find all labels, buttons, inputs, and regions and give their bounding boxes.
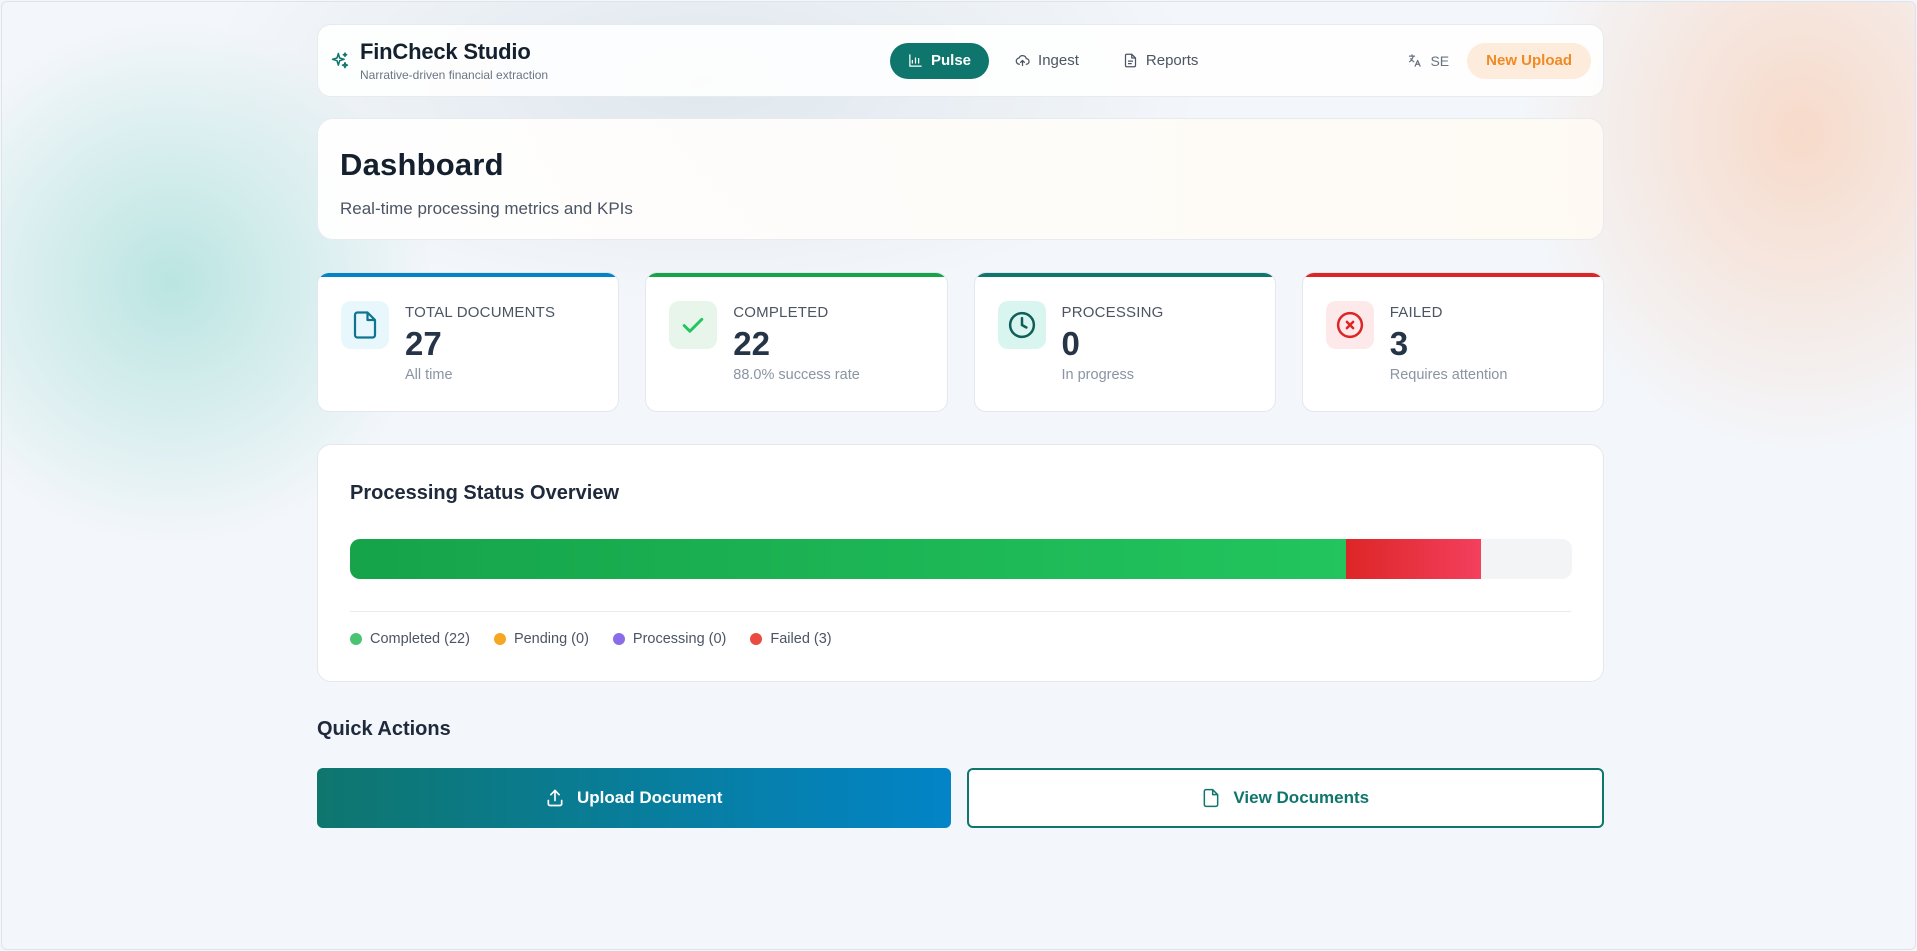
- document-icon: [1124, 53, 1137, 68]
- status-segment-failed: [1345, 539, 1482, 579]
- legend-item-processing: Processing (0): [612, 631, 727, 647]
- stat-label: PROCESSING: [1061, 304, 1164, 321]
- status-segment-completed: [350, 539, 1346, 579]
- legend-dot: [350, 633, 362, 645]
- status-progress-bar: [350, 539, 1572, 579]
- stat-card-completed: COMPLETED 22 88.0% success rate: [645, 272, 948, 412]
- stat-sub: All time: [405, 367, 453, 383]
- stats-row: TOTAL DOCUMENTS 27 All time COMPLETED 22…: [317, 272, 1604, 412]
- brand-title: FinCheck Studio: [360, 39, 531, 64]
- page-title: Dashboard: [340, 147, 504, 182]
- file-icon: [353, 311, 377, 339]
- stat-accent-bar: [1302, 273, 1603, 277]
- stat-accent-bar: [318, 273, 619, 277]
- nav-reports[interactable]: Reports: [1105, 43, 1217, 79]
- legend-label: Pending (0): [513, 631, 589, 647]
- cloud-upload-icon: [1015, 54, 1030, 67]
- legend-dot: [750, 633, 763, 645]
- sparkle-icon: [331, 51, 349, 68]
- stat-card-processing: PROCESSING 0 In progress: [973, 272, 1276, 412]
- stat-icon-wrap: [341, 301, 389, 349]
- stat-sub: Requires attention: [1389, 367, 1508, 383]
- main-nav: Pulse Ingest Reports: [890, 42, 1403, 79]
- stat-label: TOTAL DOCUMENTS: [405, 304, 556, 321]
- status-legend: Completed (22) Pending (0) Processing (0…: [350, 631, 1571, 647]
- legend-dot: [493, 633, 506, 645]
- nav-reports-label: Reports: [1145, 52, 1199, 69]
- upload-icon: [547, 789, 563, 807]
- language-switcher[interactable]: SE: [1403, 53, 1453, 69]
- x-circle-icon: [1336, 311, 1363, 339]
- app-frame: FinCheck Studio Narrative-driven financi…: [1, 1, 1916, 950]
- stat-value: 22: [733, 325, 770, 362]
- language-label: SE: [1430, 52, 1450, 69]
- document-icon: [1203, 788, 1219, 808]
- overview-title: Processing Status Overview: [350, 482, 620, 504]
- chart-icon: [909, 54, 922, 67]
- legend-item-pending: Pending (0): [493, 631, 589, 647]
- clock-icon: [1008, 311, 1035, 339]
- nav-ingest[interactable]: Ingest: [997, 43, 1097, 79]
- check-icon: [683, 317, 704, 333]
- view-documents-label: View Documents: [1233, 788, 1370, 807]
- page-title-card: Dashboard Real-time processing metrics a…: [317, 118, 1604, 240]
- status-overview-card: Processing Status Overview Completed (22…: [317, 444, 1604, 682]
- legend-item-completed: Completed (22): [350, 631, 470, 647]
- nav-ingest-label: Ingest: [1038, 52, 1079, 69]
- stat-card-total: TOTAL DOCUMENTS 27 All time: [317, 272, 620, 412]
- page-subtitle: Real-time processing metrics and KPIs: [340, 199, 633, 218]
- new-upload-button[interactable]: New Upload: [1467, 42, 1591, 79]
- quick-actions-title: Quick Actions: [317, 718, 451, 740]
- legend-label: Processing (0): [632, 631, 727, 647]
- divider: [350, 611, 1571, 612]
- header-tools: SE New Upload: [1403, 42, 1591, 79]
- stat-label: FAILED: [1389, 304, 1443, 321]
- legend-item-failed: Failed (3): [750, 631, 832, 647]
- stat-sub: 88.0% success rate: [733, 367, 860, 383]
- quick-actions: Upload Document View Documents: [317, 768, 1604, 828]
- translate-icon: [1409, 54, 1422, 67]
- stat-label: COMPLETED: [733, 304, 829, 321]
- stat-value: 0: [1061, 325, 1080, 362]
- stat-value: 27: [405, 325, 442, 362]
- top-header: FinCheck Studio Narrative-driven financi…: [317, 24, 1604, 97]
- legend-dot: [612, 633, 625, 645]
- stat-accent-bar: [974, 273, 1275, 277]
- nav-pulse[interactable]: Pulse: [890, 42, 990, 79]
- view-documents-button[interactable]: View Documents: [966, 768, 1604, 828]
- nav-pulse-label: Pulse: [931, 52, 972, 69]
- legend-label: Completed (22): [370, 631, 470, 647]
- stat-icon-wrap: [669, 301, 718, 349]
- stat-icon-wrap: [997, 301, 1046, 349]
- stat-accent-bar: [646, 273, 947, 277]
- legend-label: Failed (3): [770, 631, 832, 647]
- upload-document-button[interactable]: Upload Document: [317, 768, 951, 828]
- stat-value: 3: [1389, 325, 1409, 362]
- stat-icon-wrap: [1325, 301, 1374, 349]
- brand[interactable]: FinCheck Studio Narrative-driven financi…: [330, 39, 800, 82]
- brand-subtitle: Narrative-driven financial extraction: [360, 68, 549, 82]
- stat-card-failed: FAILED 3 Requires attention: [1301, 272, 1604, 412]
- upload-document-label: Upload Document: [577, 788, 723, 807]
- stat-sub: In progress: [1061, 367, 1135, 383]
